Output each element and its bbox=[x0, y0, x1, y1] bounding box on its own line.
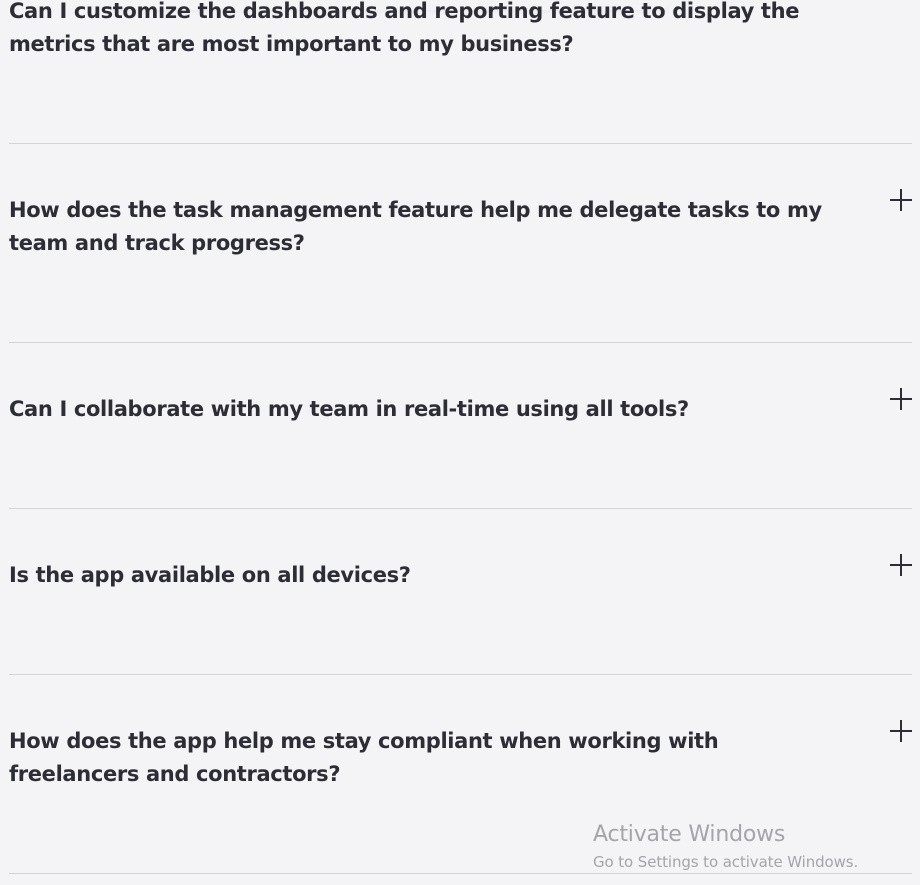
plus-icon[interactable] bbox=[890, 388, 912, 410]
faq-item-devices[interactable]: Is the app available on all devices? bbox=[9, 509, 912, 675]
faq-question: Is the app available on all devices? bbox=[9, 563, 411, 587]
faq-question: Can I customize the dashboards and repor… bbox=[9, 0, 800, 56]
plus-icon[interactable] bbox=[890, 554, 912, 576]
faq-item-compliance[interactable]: How does the app help me stay compliant … bbox=[9, 675, 912, 874]
faq-question: How does the app help me stay compliant … bbox=[9, 729, 719, 786]
plus-icon[interactable] bbox=[890, 720, 912, 742]
faq-item-task-management[interactable]: How does the task management feature hel… bbox=[9, 144, 912, 343]
faq-item-customize-dashboards[interactable]: Can I customize the dashboards and repor… bbox=[9, 0, 912, 144]
faq-question: How does the task management feature hel… bbox=[9, 198, 822, 255]
faq-list: Can I customize the dashboards and repor… bbox=[0, 0, 920, 885]
plus-icon[interactable] bbox=[890, 189, 912, 211]
faq-question: Can I collaborate with my team in real-t… bbox=[9, 397, 689, 421]
faq-item-realtime-collaboration[interactable]: Can I collaborate with my team in real-t… bbox=[9, 343, 912, 509]
